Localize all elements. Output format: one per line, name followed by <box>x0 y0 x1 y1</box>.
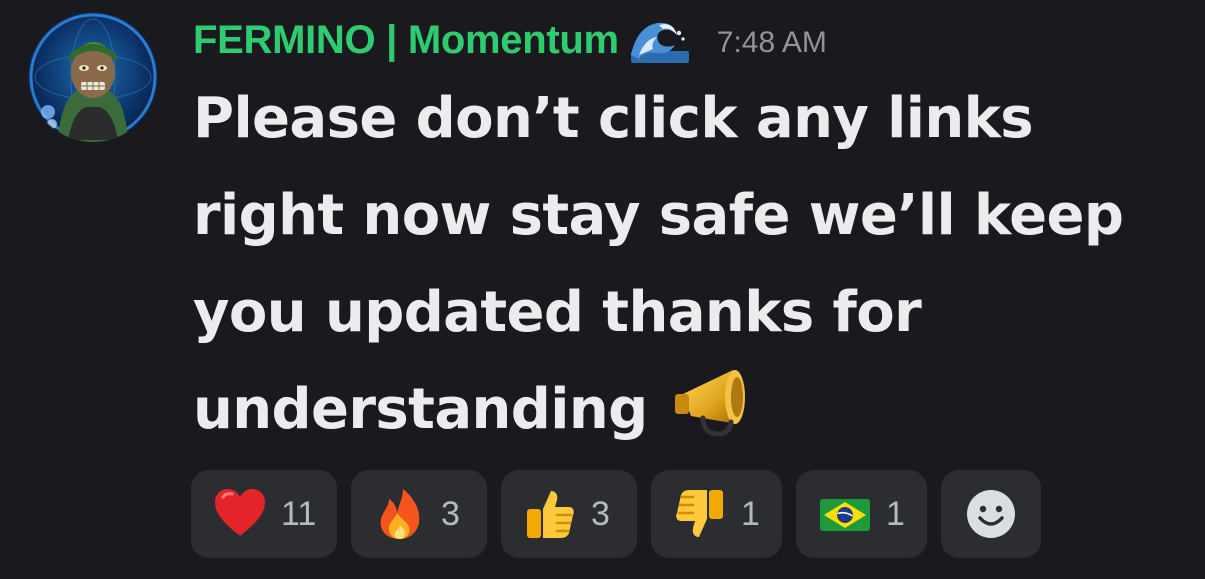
reaction-thumbs-down[interactable]: 1 <box>651 470 782 558</box>
author-name[interactable]: FERMINO | Momentum <box>193 18 619 63</box>
megaphone-icon <box>673 364 769 442</box>
reaction-count: 1 <box>741 494 760 533</box>
avatar-image <box>28 12 158 142</box>
reaction-fire[interactable]: 3 <box>351 470 487 558</box>
add-reaction-button[interactable] <box>941 470 1041 558</box>
reactions-bar: 11 3 3 1 1 <box>191 470 1041 558</box>
thumbs-down-icon <box>676 490 723 537</box>
message-header: FERMINO | Momentum 7:48 AM <box>193 12 827 68</box>
thumbs-up-icon <box>527 491 574 538</box>
reaction-thumbs-up[interactable]: 3 <box>501 470 637 558</box>
reaction-count: 11 <box>281 494 317 533</box>
red-heart-icon <box>215 489 265 536</box>
chat-message: FERMINO | Momentum 7:48 AM Please don’t … <box>0 0 1205 579</box>
fire-icon <box>380 489 420 539</box>
message-content: Please don’t click any links right now s… <box>193 70 1193 458</box>
user-avatar[interactable] <box>28 12 158 142</box>
ocean-wave-icon <box>629 15 691 65</box>
message-timestamp[interactable]: 7:48 AM <box>717 26 827 60</box>
brazil-flag-icon <box>820 499 870 531</box>
reaction-count: 3 <box>441 494 460 533</box>
reaction-count: 3 <box>591 494 610 533</box>
message-text: Please don’t click any links right now s… <box>193 86 1124 442</box>
reaction-heart[interactable]: 11 <box>191 470 337 558</box>
reaction-count: 1 <box>886 494 905 533</box>
reaction-brazil-flag[interactable]: 1 <box>796 470 927 558</box>
add-reaction-smiley-icon <box>967 490 1015 538</box>
